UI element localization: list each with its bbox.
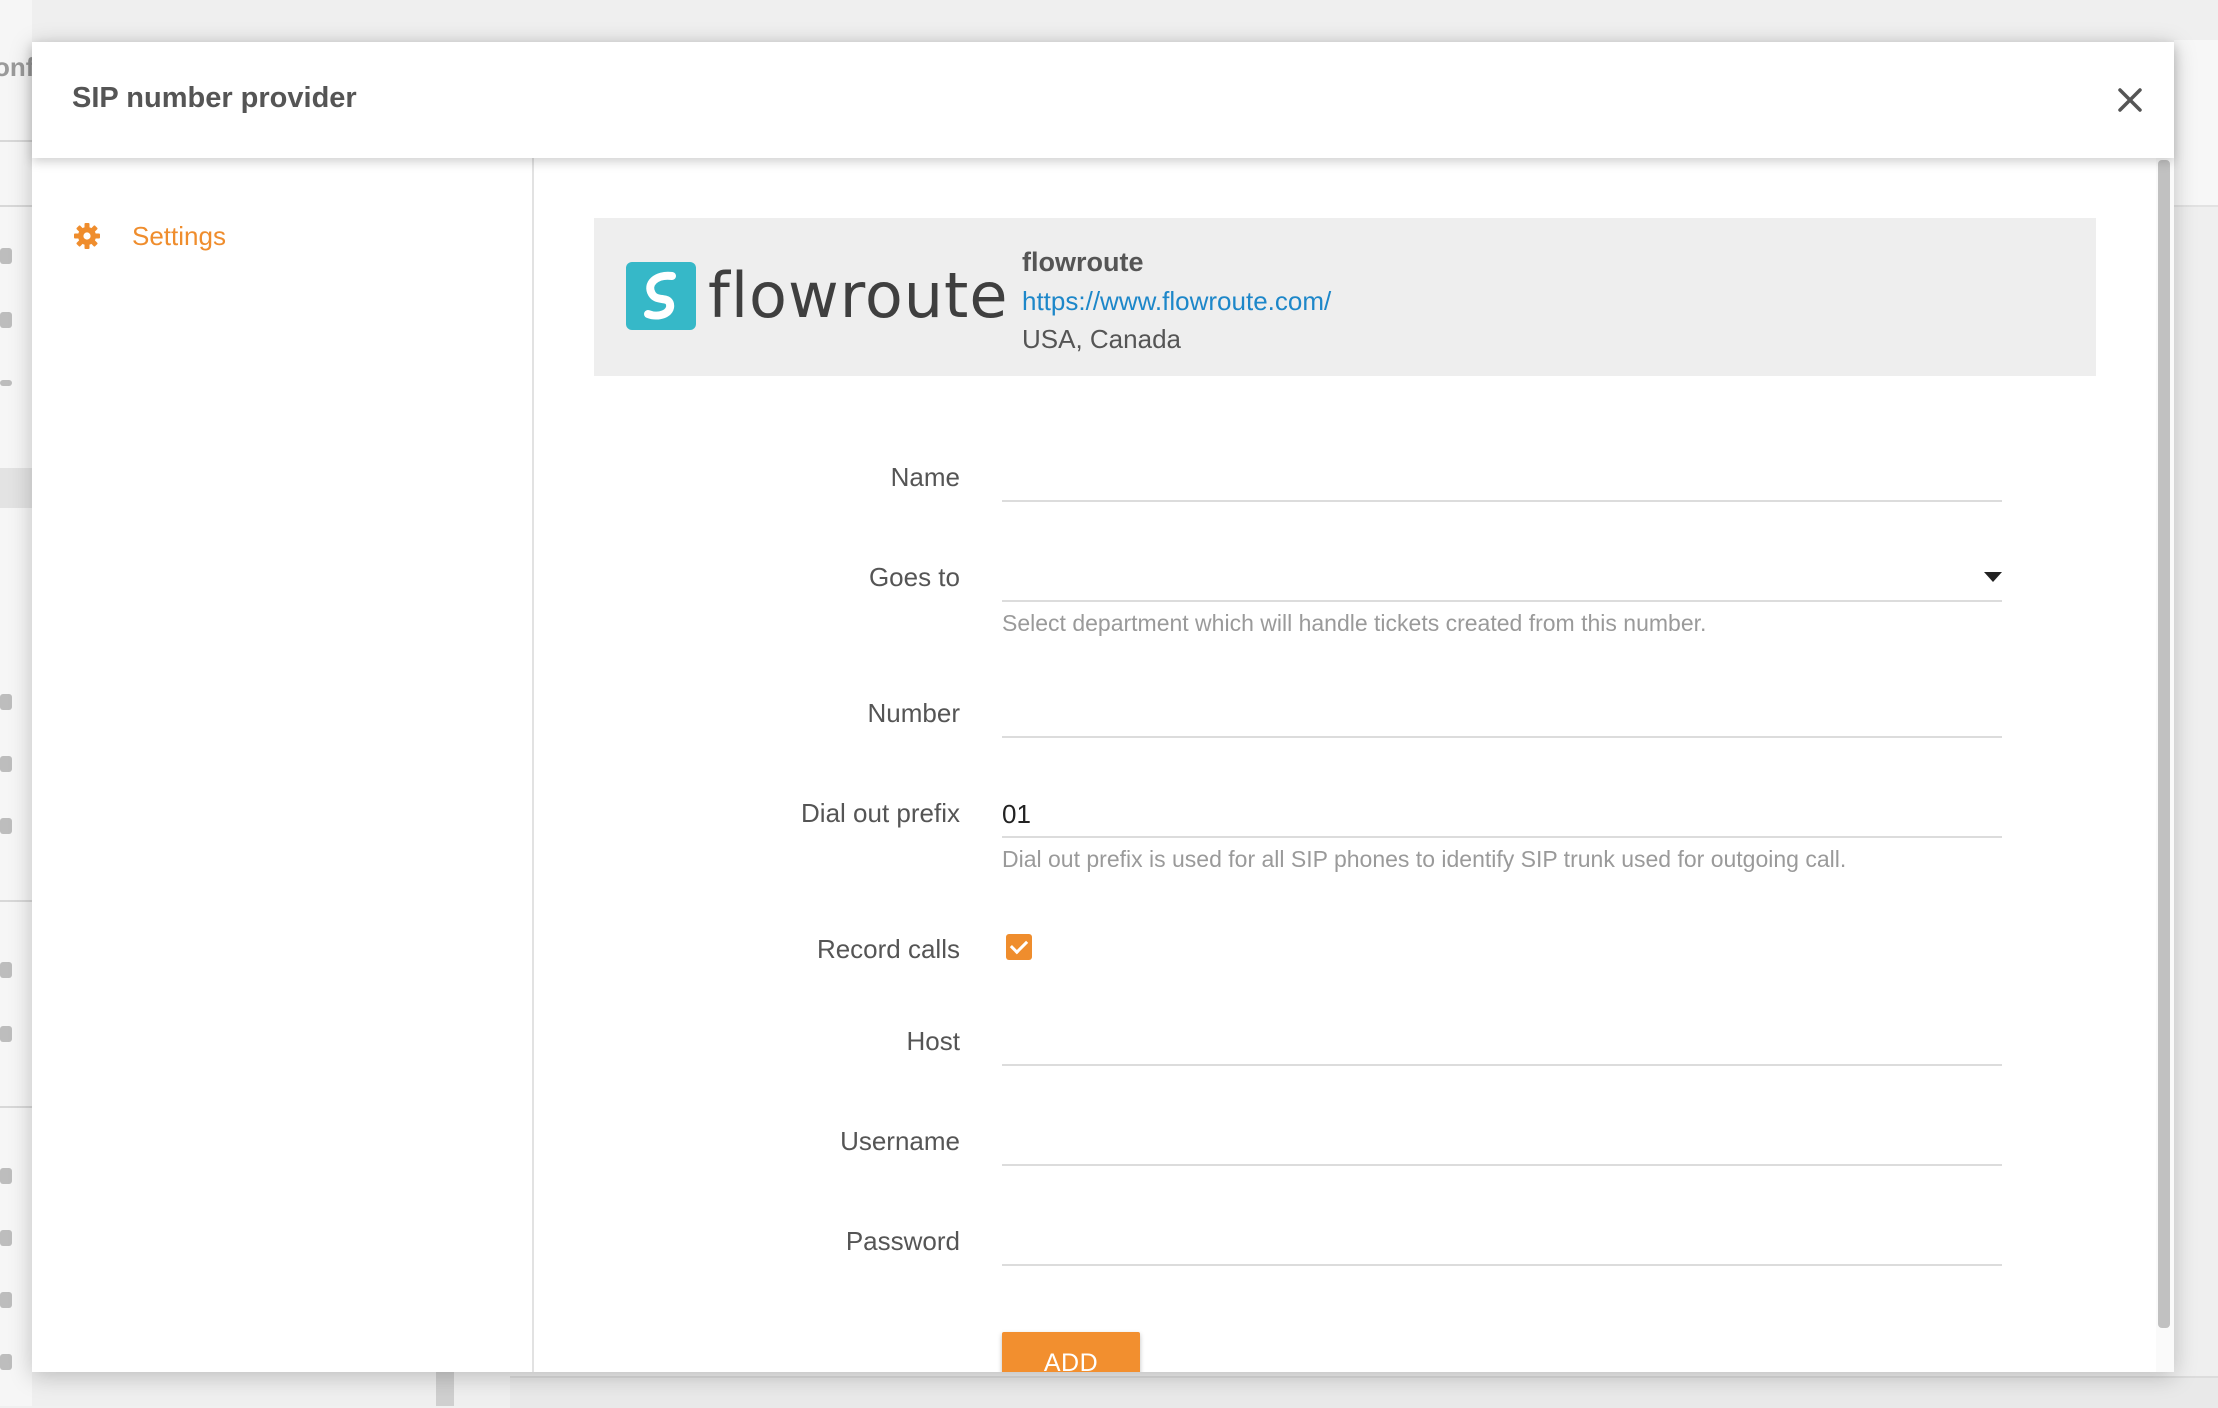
host-field[interactable] (1002, 1020, 2002, 1066)
background-panel (2174, 40, 2218, 207)
background-nav-icon (0, 1168, 12, 1184)
add-button[interactable]: ADD (1002, 1332, 1140, 1372)
sidebar-item-label: Settings (132, 220, 226, 251)
name-field[interactable] (1002, 456, 2002, 502)
close-button[interactable] (2112, 82, 2148, 118)
background-nav-icon (0, 1292, 12, 1308)
dialog-sidebar: Settings (32, 158, 534, 1372)
goes-to-label: Goes to (868, 562, 960, 592)
settings-panel: flowroute flowroute https://www.flowrout… (534, 158, 2174, 1372)
dial-out-prefix-field[interactable] (1002, 792, 2002, 838)
caret-down-icon (1984, 572, 2002, 582)
background-nav-icon (0, 312, 12, 328)
host-label: Host (906, 1026, 960, 1056)
background-nav-icon (0, 962, 12, 978)
provider-info: flowroute https://www.flowroute.com/ USA… (1022, 242, 1331, 358)
record-calls-checkbox[interactable] (1006, 934, 1032, 960)
dial-out-prefix-hint: Dial out prefix is used for all SIP phon… (1002, 846, 1847, 872)
background-divider (0, 900, 32, 902)
background-nav-icon (0, 248, 12, 264)
background-divider (0, 1106, 32, 1108)
provider-logo: flowroute (626, 262, 1009, 330)
number-field[interactable] (1002, 692, 2002, 738)
password-field[interactable] (1002, 1220, 2002, 1266)
background-nav-icon (0, 694, 12, 710)
background-nav-icon (0, 818, 12, 834)
username-field[interactable] (1002, 1120, 2002, 1166)
flowroute-logo-icon (626, 262, 696, 330)
username-label: Username (840, 1126, 960, 1156)
dialog-title: SIP number provider (72, 82, 357, 114)
background-nav-icon (0, 1354, 12, 1370)
dial-out-prefix-label: Dial out prefix (801, 798, 960, 828)
provider-logo-text: flowroute (708, 259, 1009, 332)
provider-name: flowroute (1022, 247, 1144, 277)
record-calls-label: Record calls (816, 934, 960, 964)
scrollbar-thumb[interactable] (2158, 160, 2170, 1328)
background-panel (436, 1372, 454, 1406)
background-divider (0, 205, 32, 207)
provider-url-link[interactable]: https://www.flowroute.com/ (1022, 282, 1331, 320)
goes-to-select[interactable] (1002, 556, 2002, 602)
background-nav-icon (0, 380, 12, 386)
background-footer (510, 1376, 2218, 1408)
sip-provider-dialog: SIP number provider Settings flowroute f… (32, 42, 2174, 1372)
password-label: Password (845, 1226, 960, 1256)
provider-region: USA, Canada (1022, 324, 1181, 354)
background-nav-icon (0, 1230, 12, 1246)
gear-icon (74, 223, 100, 249)
goes-to-hint: Select department which will handle tick… (1002, 610, 1707, 636)
provider-card: flowroute flowroute https://www.flowrout… (594, 218, 2096, 376)
close-icon (2118, 88, 2142, 112)
number-label: Number (867, 698, 960, 728)
dialog-header: SIP number provider (32, 42, 2174, 158)
background-nav-highlight (0, 468, 32, 508)
name-label: Name (890, 462, 960, 492)
background-divider (0, 140, 32, 142)
background-nav-icon (0, 756, 12, 772)
background-nav-icon (0, 1026, 12, 1042)
sidebar-item-settings[interactable]: Settings (72, 216, 226, 256)
